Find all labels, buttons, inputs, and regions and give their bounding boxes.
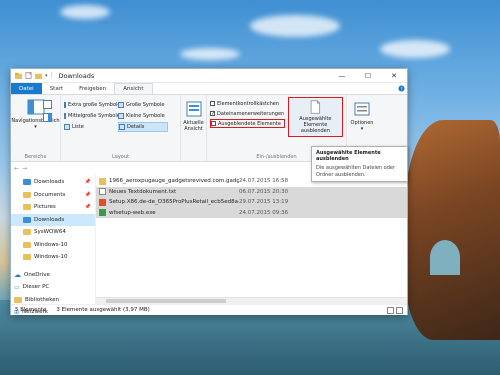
separator: |: [50, 72, 53, 79]
nav-item-syswow64[interactable]: SysWOW64: [11, 226, 95, 239]
nav-item-windows-10-2[interactable]: Windows-10: [11, 251, 95, 264]
scrollbar-thumb[interactable]: [106, 299, 226, 303]
pin-icon: 📌: [84, 179, 91, 186]
nav-item-documents[interactable]: Documents 📌: [11, 189, 95, 202]
nav-item-network[interactable]: ⊞ Netzwerk: [11, 306, 95, 319]
exe-file-icon: [99, 209, 106, 217]
nav-item-libraries[interactable]: Bibliotheken: [11, 294, 95, 307]
tab-home[interactable]: Start: [42, 83, 71, 94]
tab-view[interactable]: Ansicht: [114, 83, 153, 94]
options-icon: [354, 102, 370, 116]
checkbox[interactable]: [211, 121, 216, 126]
group-layout: Extra große Symbole Große Symbole Mittel…: [61, 95, 181, 161]
chevron-down-icon[interactable]: ▾: [45, 73, 48, 79]
help-icon[interactable]: ?: [395, 83, 407, 94]
window-controls: — ☐ ✕: [329, 69, 407, 82]
filename-extensions-toggle[interactable]: ✓ Dateinamenerweiterungen: [210, 109, 285, 118]
computer-icon: ▭: [14, 283, 20, 291]
file-list: 1966_aeroxpugauge_gadgetsrevived.com.gad…: [96, 175, 407, 304]
tooltip-title: Ausgewählte Elemente ausblenden: [316, 150, 381, 162]
nav-item-onedrive[interactable]: ☁ OneDrive: [11, 269, 95, 282]
explorer-icon: [15, 72, 22, 79]
checkbox-checked[interactable]: ✓: [210, 111, 215, 117]
explorer-window: ▾ | Downloads — ☐ ✕ Datei Start Freigebe…: [10, 68, 408, 316]
preview-pane-icon[interactable]: [43, 100, 52, 109]
cloud: [180, 48, 240, 60]
file-row[interactable]: Neues Textdokument.txt 06.07.2015 20:30: [96, 186, 407, 197]
new-folder-icon[interactable]: [35, 72, 42, 79]
minimize-button[interactable]: —: [329, 69, 355, 82]
horizontal-scrollbar[interactable]: [96, 297, 407, 304]
group-panes: Navigationsbereich ▾ Bereiche: [11, 95, 61, 161]
pictures-folder-icon: [23, 204, 31, 211]
layout-large-icons[interactable]: Große Symbole: [118, 100, 168, 110]
chevron-down-icon: ▾: [360, 126, 364, 132]
layout-options: Extra große Symbole Große Symbole Mittel…: [64, 100, 177, 132]
rock-formation: [405, 120, 500, 340]
nav-item-downloads[interactable]: Downloads: [11, 213, 95, 226]
pin-icon: 📌: [84, 204, 91, 211]
layout-medium-icons[interactable]: Mittelgroße Symbole: [64, 111, 120, 121]
group-current-view: Aktuelle Ansicht: [181, 95, 207, 161]
current-view-icon: [186, 101, 201, 117]
navigation-pane-icon: [27, 99, 44, 115]
gadget-file-icon: [99, 177, 106, 185]
file-row[interactable]: wfsetup-web.exe 24.07.2015 09:36: [96, 207, 407, 218]
cloud: [60, 5, 110, 19]
layout-list[interactable]: Liste: [64, 122, 116, 132]
ribbon-tabs: Datei Start Freigeben Ansicht ?: [11, 83, 407, 94]
window-title: Downloads: [58, 71, 95, 80]
close-button[interactable]: ✕: [381, 69, 407, 82]
group-label-panes: Bereiche: [24, 154, 47, 160]
folder-icon: [23, 229, 31, 236]
quick-access-toolbar: ▾ |: [11, 72, 53, 79]
rock-arch: [430, 240, 460, 275]
documents-folder-icon: [23, 191, 31, 198]
cloud: [250, 15, 340, 37]
nav-item-pictures[interactable]: Pictures 📌: [11, 201, 95, 214]
group-label-layout: Layout: [112, 154, 129, 160]
tooltip: Ausgewählte Elemente ausblenden Die ausg…: [311, 146, 408, 182]
onedrive-icon: ☁: [14, 270, 21, 279]
maximize-button[interactable]: ☐: [355, 69, 381, 82]
file-row[interactable]: Setup.X86.de-de_O365ProPlusRetail_ecb5ed…: [96, 197, 407, 208]
item-checkboxes-toggle[interactable]: Elementkontrollkästchen: [210, 99, 285, 108]
title-bar: ▾ | Downloads — ☐ ✕: [11, 69, 407, 83]
details-pane-icon[interactable]: [43, 113, 52, 122]
nav-item-windows-10[interactable]: Windows-10: [11, 239, 95, 252]
layout-details[interactable]: Details: [118, 122, 168, 132]
nav-item-downloads-pinned[interactable]: Downloads 📌: [11, 176, 95, 189]
cloud: [380, 40, 450, 58]
checkbox[interactable]: [210, 101, 215, 106]
layout-small-icons[interactable]: Kleine Symbole: [118, 111, 168, 121]
downloads-folder-icon: [23, 216, 31, 223]
tab-file[interactable]: Datei: [11, 83, 42, 94]
hide-selected-items-button[interactable]: Ausgewählte Elemente ausblenden: [287, 97, 343, 137]
tab-share[interactable]: Freigeben: [71, 83, 114, 94]
libraries-icon: [14, 296, 22, 303]
properties-icon[interactable]: [25, 72, 32, 79]
folder-icon: [23, 241, 31, 248]
view-switcher: [387, 306, 403, 314]
tooltip-body: Die ausgewählten Dateien oder Ordner aus…: [316, 165, 396, 178]
options-button[interactable]: Optionen ▾: [350, 100, 374, 132]
large-icons-view-icon[interactable]: [396, 306, 403, 314]
navigation-pane: Downloads 📌 Documents 📌 Pictures 📌 Download…: [11, 175, 96, 316]
forward-arrow-icon[interactable]: →: [22, 165, 27, 172]
folder-icon: [23, 254, 31, 261]
layout-extra-large-icons[interactable]: Extra große Symbole: [64, 100, 120, 110]
current-view-button[interactable]: Aktuelle Ansicht: [183, 100, 204, 132]
downloads-folder-icon: [23, 179, 31, 186]
back-arrow-icon[interactable]: ←: [14, 165, 19, 172]
pin-icon: 📌: [84, 191, 91, 198]
main-area: Downloads 📌 Documents 📌 Pictures 📌 Download…: [11, 175, 407, 316]
hide-selected-icon: [311, 100, 321, 114]
nav-item-this-pc[interactable]: ▭ Dieser PC: [11, 281, 95, 294]
office-setup-icon: [99, 198, 106, 206]
hidden-items-toggle[interactable]: Ausgeblendete Elemente: [210, 119, 285, 128]
text-file-icon: [99, 188, 106, 196]
chevron-down-icon: ▾: [34, 124, 37, 130]
details-view-icon[interactable]: [387, 306, 394, 314]
network-icon: ⊞: [14, 308, 20, 316]
